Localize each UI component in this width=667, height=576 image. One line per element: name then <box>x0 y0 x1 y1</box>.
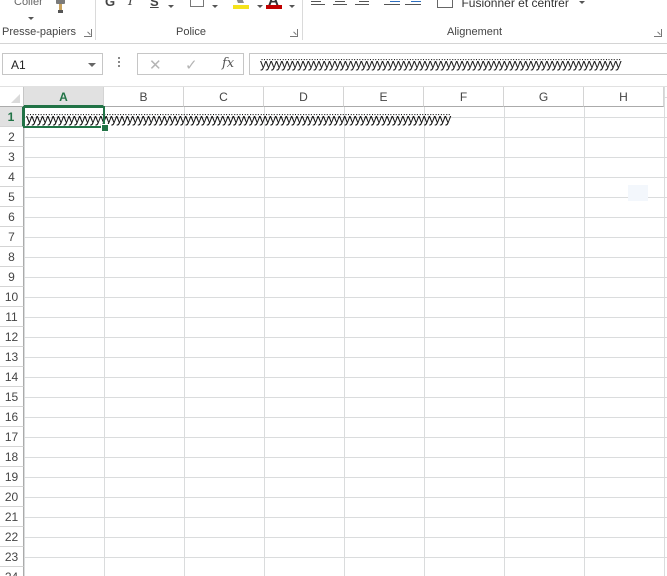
faint-artifact <box>628 185 648 201</box>
column-header-a[interactable]: A <box>24 87 104 107</box>
enter-icon[interactable]: ✓ <box>185 56 198 74</box>
row-header-24[interactable]: 24 <box>0 567 24 576</box>
column-header-c[interactable]: C <box>184 87 264 107</box>
resize-handle-icon[interactable] <box>118 57 121 69</box>
row-header-17[interactable]: 17 <box>0 427 24 447</box>
align-center-icon[interactable] <box>333 0 347 7</box>
fill-handle[interactable] <box>101 124 109 132</box>
row-header-22[interactable]: 22 <box>0 527 24 547</box>
row-header-10[interactable]: 10 <box>0 287 24 307</box>
underline-button[interactable]: S <box>150 0 159 9</box>
select-all-button[interactable] <box>0 87 24 107</box>
borders-caret-icon[interactable] <box>210 0 218 16</box>
column-header-f[interactable]: F <box>424 87 504 107</box>
column-header-e[interactable]: E <box>344 87 424 107</box>
font-color-caret-icon[interactable] <box>287 0 295 16</box>
align-left-icon[interactable] <box>311 0 325 7</box>
row-header-9[interactable]: 9 <box>0 267 24 287</box>
row-header-12[interactable]: 12 <box>0 327 24 347</box>
active-cell-a1[interactable] <box>23 106 105 128</box>
row-header-5[interactable]: 5 <box>0 187 24 207</box>
increase-indent-icon[interactable] <box>405 0 421 7</box>
column-header-b[interactable]: B <box>104 87 184 107</box>
column-header-d[interactable]: D <box>264 87 344 107</box>
row-header-3[interactable]: 3 <box>0 147 24 167</box>
merge-center-caret-icon <box>579 1 586 5</box>
row-header-14[interactable]: 14 <box>0 367 24 387</box>
bold-button[interactable]: G <box>105 0 115 9</box>
row-header-23[interactable]: 23 <box>0 547 24 567</box>
row-header-11[interactable]: 11 <box>0 307 24 327</box>
column-header-h[interactable]: H <box>584 87 664 107</box>
row-header-8[interactable]: 8 <box>0 247 24 267</box>
alignment-dialog-launcher-icon[interactable] <box>654 29 662 37</box>
name-box[interactable]: A1 <box>2 53 103 75</box>
align-right-icon[interactable] <box>355 0 369 7</box>
formula-content: ÿÿÿÿÿÿÿÿÿÿÿÿÿÿÿÿÿÿÿÿÿÿÿÿÿÿÿÿÿÿÿÿÿÿÿÿÿÿÿÿ… <box>260 56 622 71</box>
formula-input[interactable]: ÿÿÿÿÿÿÿÿÿÿÿÿÿÿÿÿÿÿÿÿÿÿÿÿÿÿÿÿÿÿÿÿÿÿÿÿÿÿÿÿ… <box>249 53 667 75</box>
formula-buttons: ✕ ✓ fx <box>137 53 244 75</box>
merge-center-label: Fusionner et centrer <box>461 0 569 10</box>
underline-caret-icon[interactable] <box>166 0 174 16</box>
merge-center-icon <box>437 0 453 9</box>
fill-color-swatch <box>233 5 249 9</box>
ribbon-separator <box>302 0 303 40</box>
italic-button[interactable]: I <box>128 0 133 9</box>
row-header-19[interactable]: 19 <box>0 467 24 487</box>
name-box-value: A1 <box>11 58 26 72</box>
decrease-indent-icon[interactable] <box>384 0 400 7</box>
row-header-7[interactable]: 7 <box>0 227 24 247</box>
name-box-dropdown-icon[interactable] <box>88 63 96 67</box>
row-header-1[interactable]: 1 <box>0 107 24 127</box>
column-headers: ABCDEFGH <box>24 87 667 107</box>
font-color-icon[interactable]: A <box>266 0 282 10</box>
ribbon: Coller Presse-papiers G I S A Police <box>0 0 667 44</box>
row-header-18[interactable]: 18 <box>0 447 24 467</box>
clipboard-group-label: Presse-papiers <box>2 26 76 38</box>
alignment-group-label: Alignement <box>447 26 503 38</box>
row-header-20[interactable]: 20 <box>0 487 24 507</box>
clipboard-dialog-launcher-icon[interactable] <box>84 29 92 37</box>
select-all-icon <box>11 94 20 103</box>
formula-bar: A1 ✕ ✓ fx ÿÿÿÿÿÿÿÿÿÿÿÿÿÿÿÿÿÿÿÿÿÿÿÿÿÿÿÿÿÿ… <box>0 44 667 87</box>
borders-icon[interactable] <box>190 0 204 7</box>
font-dialog-launcher-icon[interactable] <box>290 29 298 37</box>
row-header-21[interactable]: 21 <box>0 507 24 527</box>
merge-center-button[interactable]: Fusionner et centrer <box>437 0 586 10</box>
fill-color-caret-icon[interactable] <box>255 0 263 16</box>
row-header-4[interactable]: 4 <box>0 167 24 187</box>
worksheet-grid[interactable]: ABCDEFGH 1 2 3 4 5 6 7 8 9 10 11 12 13 14 15 16 17 18 19 20… <box>0 87 667 576</box>
ribbon-separator <box>95 0 96 40</box>
row-header-13[interactable]: 13 <box>0 347 24 367</box>
row-header-6[interactable]: 6 <box>0 207 24 227</box>
fill-color-icon[interactable] <box>233 0 249 9</box>
font-group-label: Police <box>176 26 206 38</box>
row-header-2[interactable]: 2 <box>0 127 24 147</box>
column-header-g[interactable]: G <box>504 87 584 107</box>
row-header-16[interactable]: 16 <box>0 407 24 427</box>
insert-function-button[interactable]: fx <box>222 56 234 71</box>
paste-label: Coller <box>14 0 43 8</box>
cancel-icon[interactable]: ✕ <box>149 56 162 74</box>
format-painter-icon[interactable] <box>54 0 68 14</box>
row-header-15[interactable]: 15 <box>0 387 24 407</box>
